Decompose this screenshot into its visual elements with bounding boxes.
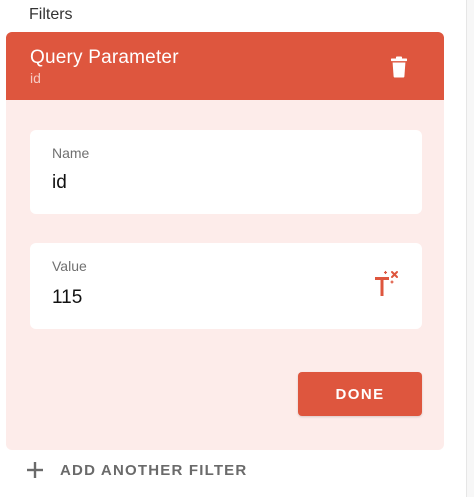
scrollbar[interactable] [466, 0, 474, 497]
done-button[interactable]: DONE [298, 372, 422, 416]
name-field[interactable]: Name id [30, 130, 422, 214]
delete-filter-button[interactable] [386, 54, 412, 80]
value-input[interactable]: 115 [52, 287, 372, 309]
text-template-icon[interactable] [372, 269, 402, 299]
name-label: Name [52, 145, 90, 161]
filter-type-title: Query Parameter [30, 47, 179, 68]
value-field[interactable]: Value 115 [30, 243, 422, 329]
value-label: Value [52, 258, 87, 274]
name-input[interactable]: id [52, 172, 372, 194]
filters-heading: Filters [29, 6, 73, 23]
trash-icon [391, 56, 407, 78]
filter-subtitle: id [30, 70, 41, 86]
add-another-filter-label: ADD ANOTHER FILTER [60, 461, 248, 479]
filter-card-header[interactable]: Query Parameter id [6, 32, 444, 100]
plus-icon [27, 462, 43, 478]
add-another-filter-button[interactable]: ADD ANOTHER FILTER [26, 461, 247, 479]
filter-card: Query Parameter id Name id Value 115 DON… [6, 32, 444, 450]
